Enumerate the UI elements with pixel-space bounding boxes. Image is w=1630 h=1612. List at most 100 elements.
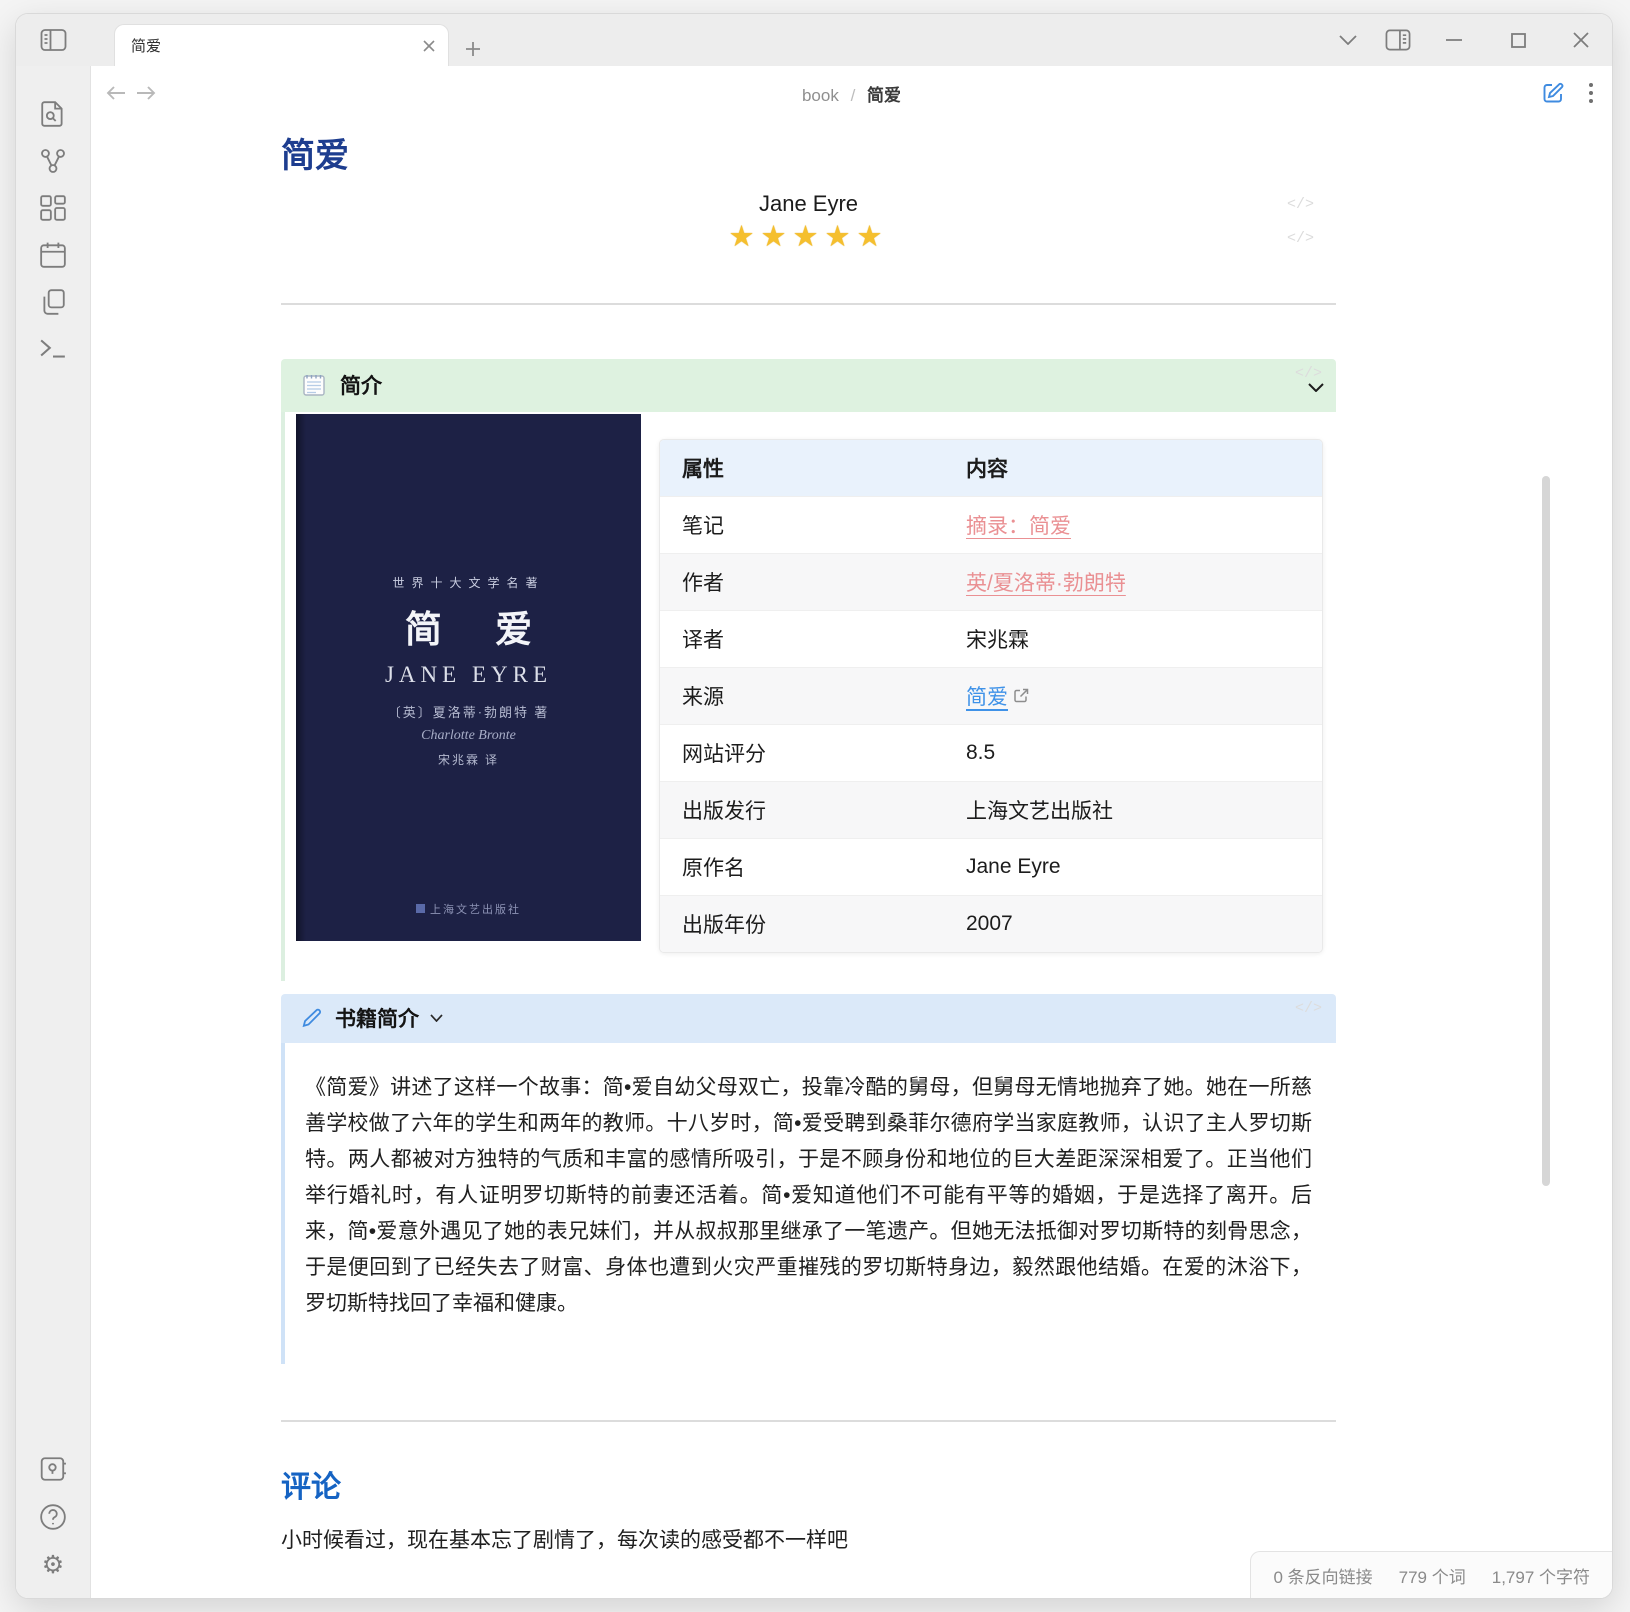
prop-key: 来源 xyxy=(660,667,944,724)
char-count: 1,797 个字符 xyxy=(1492,1563,1590,1588)
page-title: 简爱 xyxy=(281,136,1336,177)
more-options-icon[interactable] xyxy=(1588,82,1594,104)
prop-key: 出版发行 xyxy=(660,781,944,838)
backlinks-count[interactable]: 0 条反向链接 xyxy=(1273,1563,1372,1588)
cover-series-label: 世界十大文学名著 xyxy=(392,574,544,591)
edit-block-code-icon[interactable]: </> xyxy=(1287,197,1314,212)
tab-list-chevron-icon[interactable] xyxy=(1335,27,1361,53)
status-bar: 0 条反向链接 779 个词 1,797 个字符 xyxy=(1250,1551,1612,1598)
titlebar: 简爱 xyxy=(16,14,1612,66)
templates-copy-icon[interactable] xyxy=(38,287,68,317)
divider xyxy=(281,1420,1336,1422)
prop-value: 8.5 xyxy=(944,724,1322,781)
note-scroll-area: 简爱 Jane Eyre ★★★★★ </> </> xyxy=(91,120,1612,1598)
nav-back-icon[interactable] xyxy=(105,84,127,102)
window-maximize-icon[interactable] xyxy=(1505,27,1531,53)
tab-title: 简爱 xyxy=(131,35,422,56)
callout-fold-chevron-icon[interactable] xyxy=(1308,383,1324,392)
view-header: book / 简爱 xyxy=(91,66,1612,120)
table-header-key: 属性 xyxy=(660,440,944,496)
window-close-icon[interactable] xyxy=(1568,27,1594,53)
table-row: 来源 简爱 xyxy=(660,667,1322,724)
author-link[interactable]: 英/夏洛蒂·勃朗特 xyxy=(966,572,1126,595)
edit-note-icon[interactable] xyxy=(1542,82,1564,104)
toggle-left-sidebar-icon[interactable] xyxy=(40,28,67,52)
search-document-icon[interactable] xyxy=(38,99,68,129)
table-row: 出版发行 上海文艺出版社 xyxy=(660,781,1322,838)
external-link-icon xyxy=(1014,688,1029,703)
book-summary-text: 《简爱》讲述了这样一个故事：简•爱自幼父母双亡，投靠冷酷的舅母，但舅母无情地抛弃… xyxy=(285,1043,1336,1364)
summary-callout-body: 《简爱》讲述了这样一个故事：简•爱自幼父母双亡，投靠冷酷的舅母，但舅母无情地抛弃… xyxy=(281,1043,1336,1364)
edit-block-code-icon[interactable]: </> xyxy=(1295,1001,1322,1016)
new-tab-icon[interactable] xyxy=(464,40,482,58)
prop-value: 2007 xyxy=(944,895,1322,952)
edit-block-code-icon[interactable]: </> xyxy=(1295,366,1322,381)
cover-translator: 宋兆霖 译 xyxy=(438,751,499,768)
vault-switcher-icon[interactable] xyxy=(38,1454,68,1484)
breadcrumb-current[interactable]: 简爱 xyxy=(867,86,901,105)
intro-callout-body: 世界十大文学名著 简 爱 JANE EYRE 〔英〕夏洛蒂·勃朗特 著 Char… xyxy=(281,412,1336,981)
rating-stars[interactable]: ★★★★★ xyxy=(281,219,1336,254)
table-row: 原作名 Jane Eyre xyxy=(660,838,1322,895)
cover-title-en: JANE EYRE xyxy=(385,662,552,688)
nav-forward-icon[interactable] xyxy=(135,84,157,102)
prop-key: 原作名 xyxy=(660,838,944,895)
table-header-value: 内容 xyxy=(944,440,1322,496)
prop-value: 上海文艺出版社 xyxy=(944,781,1322,838)
summary-callout: 书籍简介 </> 《简爱》讲述了这样一个故事：简•爱自幼父母双亡，投靠冷酷的舅母… xyxy=(281,994,1336,1364)
tab-close-icon[interactable] xyxy=(422,39,436,53)
prop-key: 译者 xyxy=(660,610,944,667)
table-row: 出版年份 2007 xyxy=(660,895,1322,952)
summary-callout-title: 书籍简介 xyxy=(335,1003,419,1033)
tab-jane-eyre[interactable]: 简爱 xyxy=(115,25,448,66)
app-window: 简爱 xyxy=(16,14,1612,1598)
table-row: 笔记 摘录：简爱 xyxy=(660,496,1322,553)
cover-title-cn: 简 爱 xyxy=(405,599,532,653)
main-pane: book / 简爱 xyxy=(91,66,1612,1598)
book-cover-image: 世界十大文学名著 简 爱 JANE EYRE 〔英〕夏洛蒂·勃朗特 著 Char… xyxy=(296,414,641,941)
cover-author-cn: 〔英〕夏洛蒂·勃朗特 著 xyxy=(388,702,550,721)
window-minimize-icon[interactable] xyxy=(1441,27,1467,53)
table-row: 译者 宋兆霖 xyxy=(660,610,1322,667)
calendar-icon[interactable] xyxy=(38,240,68,270)
terminal-icon[interactable] xyxy=(38,334,68,364)
breadcrumb-separator: / xyxy=(851,86,856,105)
graph-view-icon[interactable] xyxy=(38,146,68,176)
prop-key: 网站评分 xyxy=(660,724,944,781)
table-row: 作者 英/夏洛蒂·勃朗特 xyxy=(660,553,1322,610)
breadcrumb[interactable]: book / 简爱 xyxy=(91,81,1612,106)
note-link[interactable]: 摘录：简爱 xyxy=(966,515,1071,538)
intro-callout-title: 简介 xyxy=(340,370,382,400)
prop-key: 笔记 xyxy=(660,496,944,553)
breadcrumb-parent[interactable]: book xyxy=(802,86,839,105)
intro-callout-header[interactable]: 简介 </> xyxy=(281,359,1336,412)
prop-key: 作者 xyxy=(660,553,944,610)
ribbon: ⚙ xyxy=(16,66,91,1598)
properties-table: 属性 内容 笔记 摘录：简爱 xyxy=(659,439,1323,953)
pencil-icon xyxy=(301,1008,322,1029)
settings-gear-icon[interactable]: ⚙ xyxy=(38,1550,68,1580)
summary-callout-header[interactable]: 书籍简介 </> xyxy=(281,994,1336,1043)
word-count: 779 个词 xyxy=(1399,1563,1466,1588)
comment-text: 小时候看过，现在基本忘了剧情了，每次读的感受都不一样吧 xyxy=(281,1524,1336,1554)
toggle-right-sidebar-icon[interactable] xyxy=(1385,27,1411,53)
table-row: 网站评分 8.5 xyxy=(660,724,1322,781)
intro-callout: 简介 </> 世界十大文学名著 简 爱 xyxy=(281,359,1336,981)
edit-block-code-icon[interactable]: </> xyxy=(1287,231,1314,246)
table-header-row: 属性 内容 xyxy=(660,440,1322,496)
callout-fold-chevron-icon[interactable] xyxy=(430,1014,443,1022)
frontmatter-block: Jane Eyre ★★★★★ </> </> xyxy=(281,191,1336,254)
prop-value: 宋兆霖 xyxy=(944,610,1322,667)
divider xyxy=(281,303,1336,305)
comments-heading: 评论 xyxy=(281,1462,1336,1506)
cover-author-en: Charlotte Bronte xyxy=(421,728,516,744)
prop-value: Jane Eyre xyxy=(944,838,1322,895)
book-subtitle: Jane Eyre xyxy=(281,191,1336,217)
source-external-link[interactable]: 简爱 xyxy=(966,686,1008,709)
help-icon[interactable] xyxy=(38,1502,68,1532)
scrollbar-thumb[interactable] xyxy=(1542,476,1550,1186)
prop-key: 出版年份 xyxy=(660,895,944,952)
dashboard-icon[interactable] xyxy=(38,193,68,223)
notepad-icon xyxy=(301,372,327,398)
cover-publisher: 上海文艺出版社 xyxy=(416,901,521,917)
